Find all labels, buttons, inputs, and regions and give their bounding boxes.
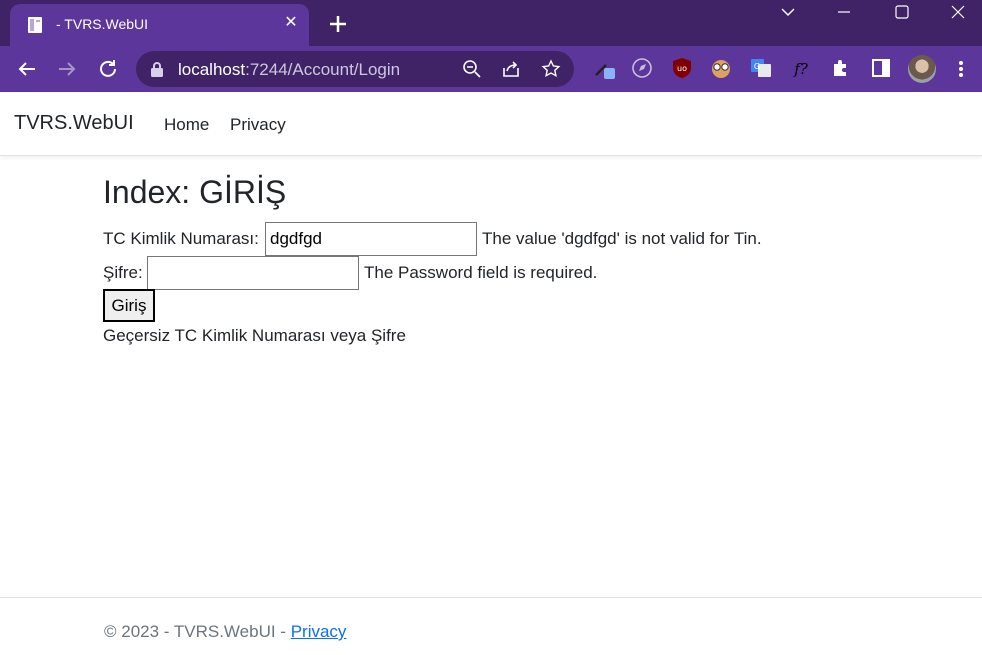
- footer-privacy-link[interactable]: Privacy: [291, 622, 347, 641]
- address-bar[interactable]: localhost:7244/Account/Login: [136, 51, 574, 87]
- tc-kimlik-input[interactable]: [265, 222, 477, 256]
- footer-text: © 2023 - TVRS.WebUI - Privacy: [104, 622, 346, 642]
- lock-icon[interactable]: [150, 61, 164, 77]
- login-submit-button[interactable]: Giriş: [103, 289, 155, 322]
- tc-validation-error: The value 'dgdfgd' is not valid for Tin.: [482, 229, 762, 248]
- bookmark-star-icon[interactable]: [541, 59, 561, 79]
- tab-search-icon[interactable]: [766, 0, 812, 30]
- site-navbar: TVRS.WebUI Home Privacy: [0, 92, 982, 156]
- reload-icon[interactable]: [96, 57, 120, 81]
- svg-text:uo: uo: [677, 64, 687, 73]
- browser-menu-icon[interactable]: [954, 57, 968, 81]
- forward-icon[interactable]: [55, 57, 79, 81]
- tc-label: TC Kimlik Numarası:: [103, 229, 259, 248]
- browser-tab[interactable]: - TVRS.WebUI ✕: [10, 4, 309, 46]
- browser-toolbar: localhost:7244/Account/Login uo G f?: [0, 46, 982, 92]
- login-error-summary: Geçersiz TC Kimlik Numarası veya Şifre: [103, 326, 406, 345]
- maximize-icon[interactable]: [880, 0, 926, 30]
- compass-extension-icon[interactable]: [631, 57, 653, 79]
- svg-text:G: G: [754, 62, 760, 71]
- nav-link-privacy[interactable]: Privacy: [230, 115, 286, 135]
- close-tab-icon[interactable]: ✕: [280, 12, 302, 34]
- google-translate-icon[interactable]: G: [750, 57, 772, 79]
- color-picker-extension-icon[interactable]: [593, 57, 615, 79]
- extensions-puzzle-icon[interactable]: [830, 57, 852, 79]
- footer-copyright: © 2023 - TVRS.WebUI -: [104, 622, 291, 641]
- browser-chrome: - TVRS.WebUI ✕ localhost:7244/Account/Lo…: [0, 0, 982, 92]
- font-finder-extension-icon[interactable]: f?: [790, 57, 812, 79]
- tab-title: - TVRS.WebUI: [56, 16, 149, 32]
- share-icon[interactable]: [501, 59, 521, 79]
- ublock-origin-icon[interactable]: uo: [671, 57, 693, 79]
- password-input[interactable]: [147, 256, 359, 290]
- tab-strip: - TVRS.WebUI ✕: [0, 0, 982, 46]
- back-icon[interactable]: [15, 57, 39, 81]
- url-text[interactable]: localhost:7244/Account/Login: [178, 60, 400, 80]
- svg-text:f?: f?: [793, 60, 809, 78]
- nav-link-home[interactable]: Home: [164, 115, 209, 135]
- glasses-face-extension-icon[interactable]: [710, 57, 732, 79]
- profile-avatar[interactable]: [908, 55, 936, 83]
- new-tab-icon[interactable]: [326, 12, 350, 36]
- side-panel-icon[interactable]: [870, 57, 892, 79]
- page-icon: [28, 17, 42, 33]
- site-footer: © 2023 - TVRS.WebUI - Privacy: [0, 597, 982, 655]
- password-label: Şifre:: [103, 263, 143, 282]
- minimize-icon[interactable]: [822, 0, 868, 30]
- zoom-icon[interactable]: [462, 59, 482, 79]
- site-brand[interactable]: TVRS.WebUI: [14, 112, 134, 135]
- password-validation-error: The Password field is required.: [364, 263, 598, 282]
- close-window-icon[interactable]: [936, 0, 982, 30]
- page-title: Index: GİRİŞ: [103, 174, 287, 210]
